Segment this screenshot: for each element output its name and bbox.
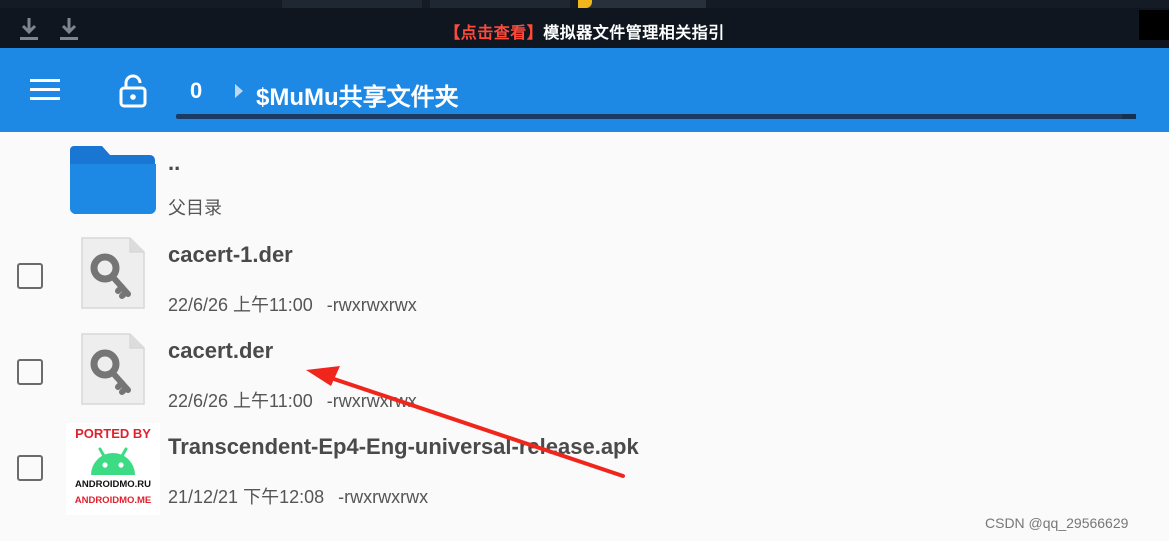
csdn-watermark: CSDN @qq_29566629 [985, 515, 1129, 531]
annotation-arrow-icon [306, 366, 625, 478]
